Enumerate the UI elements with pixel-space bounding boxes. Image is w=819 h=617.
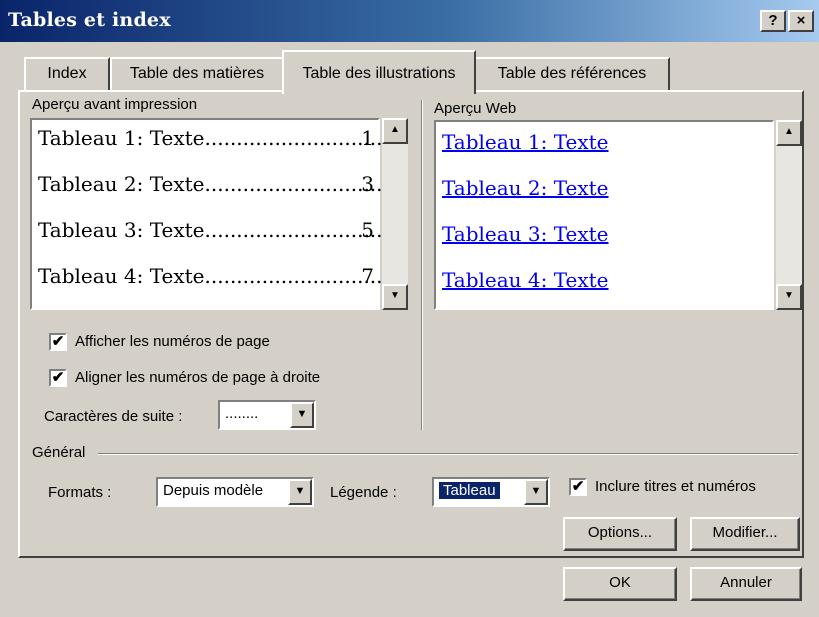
chevron-down-icon[interactable]: ▼ — [524, 479, 548, 505]
chevron-down-icon[interactable]: ▼ — [288, 479, 312, 505]
formats-select[interactable]: Depuis modèle ▼ — [156, 477, 314, 507]
caption-label: Légende : — [330, 484, 397, 501]
leader-label: Caractères de suite : — [44, 408, 183, 425]
include-label: Inclure titres et numéros — [595, 478, 756, 495]
scroll-down-icon[interactable]: ▼ — [776, 284, 802, 310]
tab-index-label: Index — [47, 65, 87, 82]
web-preview-link[interactable]: Tableau 3: Texte — [442, 222, 609, 246]
modify-button[interactable]: Modifier... — [690, 517, 800, 551]
leader-select[interactable]: ........ ▼ — [218, 400, 316, 430]
leader-value: ........ — [225, 405, 259, 422]
web-preview-scrollbar[interactable]: ▲ ▼ — [776, 120, 802, 310]
cancel-button[interactable]: Annuler — [690, 567, 802, 601]
check-icon: ✔ — [51, 333, 65, 350]
web-preview-link[interactable]: Tableau 1: Texte — [442, 130, 609, 154]
scroll-down-icon[interactable]: ▼ — [382, 284, 408, 310]
align-right-label: Aligner les numéros de page à droite — [75, 369, 321, 386]
chevron-down-icon[interactable]: ▼ — [290, 402, 314, 428]
print-preview-entry: Tableau 1: Texte........................… — [38, 126, 383, 150]
web-preview-link[interactable]: Tableau 4: Texte — [442, 268, 609, 292]
align-right-checkbox[interactable]: ✔ — [49, 369, 67, 387]
check-icon: ✔ — [571, 478, 585, 495]
close-button[interactable]: × — [788, 10, 814, 32]
tab-table-des-references-label: Table des références — [497, 65, 647, 82]
web-preview-box: Tableau 1: Texte Tableau 2: Texte Tablea… — [434, 120, 774, 310]
formats-value: Depuis modèle — [163, 482, 264, 499]
show-page-numbers-checkbox[interactable]: ✔ — [49, 333, 67, 351]
print-preview-scrollbar[interactable]: ▲ ▼ — [382, 118, 408, 310]
help-button[interactable]: ? — [760, 10, 786, 32]
check-icon: ✔ — [51, 369, 65, 386]
print-preview-label: Aperçu avant impression — [32, 96, 198, 113]
scroll-up-icon[interactable]: ▲ — [776, 120, 802, 146]
print-preview-entry: Tableau 2: Texte........................… — [38, 172, 383, 196]
formats-label: Formats : — [48, 484, 112, 501]
tab-table-des-illustrations[interactable]: Table des illustrations — [282, 50, 476, 94]
tab-table-des-references[interactable]: Table des références — [474, 57, 670, 91]
web-preview-label: Aperçu Web — [434, 100, 517, 117]
vertical-divider — [421, 100, 423, 430]
caption-value: Tableau — [439, 482, 500, 499]
caption-select[interactable]: Tableau ▼ — [432, 477, 550, 507]
window-title: Tables et index — [8, 9, 171, 31]
tab-table-des-matieres-label: Table des matières — [129, 65, 265, 82]
ok-button[interactable]: OK — [563, 567, 677, 601]
print-preview-entry: Tableau 4: Texte........................… — [38, 264, 383, 288]
tab-table-des-illustrations-label: Table des illustrations — [302, 65, 456, 82]
general-label: Général — [32, 444, 86, 461]
include-checkbox[interactable]: ✔ — [569, 478, 587, 496]
web-preview-link[interactable]: Tableau 2: Texte — [442, 176, 609, 200]
tab-table-des-matieres[interactable]: Table des matières — [110, 57, 284, 91]
general-divider — [98, 453, 798, 455]
options-button[interactable]: Options... — [563, 517, 677, 551]
print-preview-entry: Tableau 3: Texte........................… — [38, 218, 383, 242]
show-page-numbers-label: Afficher les numéros de page — [75, 333, 270, 350]
tab-index[interactable]: Index — [24, 57, 110, 91]
print-preview-box: Tableau 1: Texte........................… — [30, 118, 383, 310]
scroll-up-icon[interactable]: ▲ — [382, 118, 408, 144]
